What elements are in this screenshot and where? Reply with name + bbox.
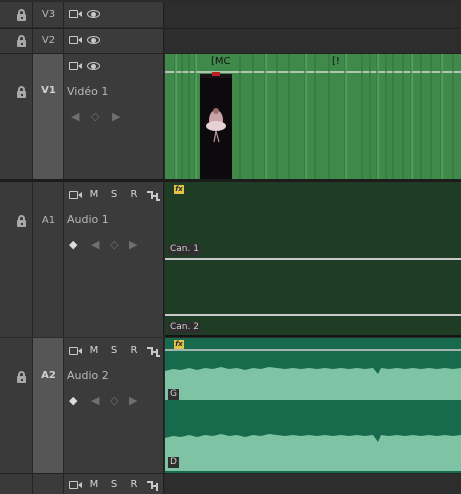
timeline-v3[interactable]: [165, 2, 461, 27]
keyframe-diamond-icon[interactable]: ◆: [69, 394, 77, 407]
solo-button[interactable]: S: [107, 345, 121, 356]
lock-icon[interactable]: [17, 371, 27, 383]
lock-icon[interactable]: [17, 35, 27, 47]
mute-button[interactable]: M: [87, 479, 101, 490]
eye-icon[interactable]: [87, 61, 101, 71]
keyframe-diamond-icon[interactable]: ◆: [69, 238, 77, 251]
next-keyframe-icon[interactable]: ▶: [112, 110, 120, 123]
fx-badge[interactable]: fx: [174, 185, 184, 194]
track-v1: V1 Vidéo 1 ◀ ◇ ▶ [MC [!: [0, 54, 461, 179]
solo-button[interactable]: S: [107, 479, 121, 490]
lock-icon[interactable]: [17, 215, 27, 227]
eye-icon[interactable]: [87, 35, 101, 45]
track-name-v1[interactable]: V1: [33, 85, 64, 96]
track-name-v2[interactable]: V2: [33, 35, 64, 46]
eye-icon[interactable]: [87, 9, 101, 19]
timeline-a3[interactable]: [165, 474, 461, 494]
camera-icon[interactable]: [69, 35, 82, 45]
camera-icon[interactable]: [69, 190, 82, 200]
solo-button[interactable]: S: [107, 189, 121, 200]
record-button[interactable]: R: [127, 345, 141, 356]
video-clip-title: [!: [332, 56, 340, 67]
prev-keyframe-icon[interactable]: ◀: [91, 238, 99, 251]
track-v3: V3: [0, 2, 461, 27]
track-a1: A1 M S R Audio 1 ◆ ◀ ◇ ▶ fx Can. 1 Can. …: [0, 182, 461, 337]
track-name-v3[interactable]: V3: [33, 9, 64, 20]
camera-icon[interactable]: [69, 9, 82, 19]
channel-label: D: [168, 457, 179, 468]
lock-icon[interactable]: [17, 9, 27, 21]
sync-lock-icon[interactable]: [147, 479, 161, 491]
record-button[interactable]: R: [127, 189, 141, 200]
sync-lock-icon[interactable]: [147, 345, 161, 357]
audio-waveform: [165, 338, 461, 473]
track-label-v1: Vidéo 1: [67, 85, 109, 98]
track-label-a1: Audio 1: [67, 213, 109, 226]
sync-lock-icon[interactable]: [147, 189, 161, 201]
camera-icon[interactable]: [69, 480, 82, 490]
prev-keyframe-icon[interactable]: ◀: [91, 394, 99, 407]
next-keyframe-icon[interactable]: ▶: [129, 238, 137, 251]
channel-label: Can. 1: [168, 244, 201, 255]
mute-button[interactable]: M: [87, 345, 101, 356]
audio-clip-a1[interactable]: fx Can. 1 Can. 2: [165, 182, 461, 337]
camera-icon[interactable]: [69, 61, 82, 71]
track-a3: M S R: [0, 474, 461, 494]
track-name-a2[interactable]: A2: [33, 370, 64, 381]
keyframe-diamond-icon[interactable]: ◇: [110, 238, 118, 251]
channel-label: Can. 2: [168, 322, 201, 333]
video-clip-area[interactable]: [MC [!: [165, 54, 461, 179]
track-name-a1[interactable]: A1: [33, 215, 64, 226]
track-v2: V2: [0, 29, 461, 53]
mute-button[interactable]: M: [87, 189, 101, 200]
next-keyframe-icon[interactable]: ▶: [129, 394, 137, 407]
video-clip-title: [MC: [211, 56, 231, 67]
keyframe-diamond-icon[interactable]: ◇: [91, 110, 99, 123]
video-clip-cuts: [165, 54, 461, 179]
audio-clip-a2[interactable]: fx G D: [165, 338, 461, 473]
channel-label: G: [168, 389, 179, 400]
track-label-a2: Audio 2: [67, 369, 109, 382]
lock-icon[interactable]: [17, 86, 27, 98]
prev-keyframe-icon[interactable]: ◀: [71, 110, 79, 123]
fx-badge[interactable]: fx: [174, 340, 184, 349]
camera-icon[interactable]: [69, 346, 82, 356]
record-button[interactable]: R: [127, 479, 141, 490]
keyframe-diamond-icon[interactable]: ◇: [110, 394, 118, 407]
timeline-v2[interactable]: [165, 29, 461, 53]
track-a2: A2 M S R Audio 2 ◆ ◀ ◇ ▶ fx G D: [0, 338, 461, 473]
